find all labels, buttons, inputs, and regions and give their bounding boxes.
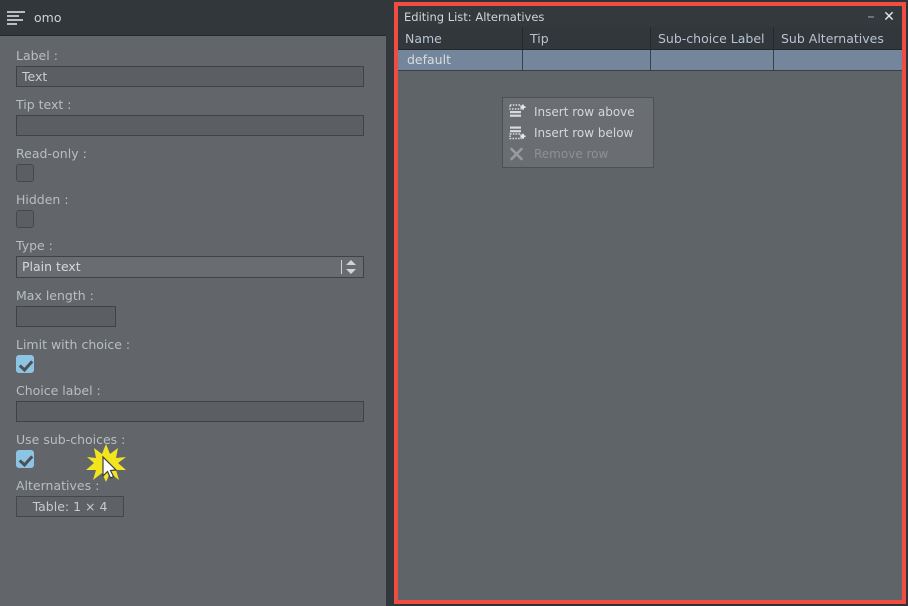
column-header-sub-choice-label[interactable]: Sub-choice Label: [651, 27, 774, 50]
row-context-menu: Insert row above Insert row below Remove…: [502, 97, 654, 168]
table-header-row: Name Tip Sub-choice Label Sub Alternativ…: [398, 27, 902, 50]
use-sub-choices-field-label: Use sub-choices :: [16, 432, 126, 447]
context-menu-item-insert-row-below[interactable]: Insert row below: [503, 122, 653, 143]
panel-title: omo: [34, 10, 62, 25]
select-updown-arrows-icon: [346, 259, 357, 275]
insert-row-below-icon: [509, 125, 526, 141]
type-field-label: Type :: [16, 238, 53, 253]
alternatives-table-button[interactable]: Table: 1 × 4: [16, 496, 124, 517]
label-input[interactable]: [16, 66, 364, 87]
cell-sub-choice-label[interactable]: [651, 50, 774, 71]
table-body: default Insert row above Insert row belo…: [398, 50, 902, 600]
cell-tip[interactable]: [523, 50, 651, 71]
context-menu-item-label: Insert row below: [534, 125, 634, 140]
context-menu-item-label: Remove row: [534, 146, 609, 161]
cell-name[interactable]: default: [398, 50, 523, 71]
limit-with-choice-checkbox[interactable]: [16, 355, 34, 373]
use-sub-choices-checkbox[interactable]: [16, 450, 34, 468]
context-menu-item-remove-row: Remove row: [503, 143, 653, 164]
limit-with-choice-field-label: Limit with choice :: [16, 337, 131, 352]
context-menu-item-insert-row-above[interactable]: Insert row above: [503, 101, 653, 122]
minimize-icon[interactable]: –: [862, 8, 880, 26]
insert-row-above-icon: [509, 103, 526, 120]
window-titlebar[interactable]: Editing List: Alternatives – ✕: [398, 6, 902, 27]
editing-list-window: Editing List: Alternatives – ✕ Name Tip …: [394, 2, 906, 604]
column-header-tip[interactable]: Tip: [523, 27, 651, 50]
window-title: Editing List: Alternatives: [404, 9, 545, 24]
remove-row-icon: [509, 146, 526, 162]
select-separator: [341, 260, 342, 274]
close-icon[interactable]: ✕: [880, 8, 898, 26]
choice-label-field-label: Choice label :: [16, 383, 101, 398]
read-only-checkbox[interactable]: [16, 164, 34, 182]
tip-text-input[interactable]: [16, 115, 364, 136]
type-select-value: Plain text: [16, 256, 364, 278]
column-header-sub-alternatives[interactable]: Sub Alternatives: [774, 27, 902, 50]
alternatives-field-label: Alternatives :: [16, 478, 100, 493]
column-header-name[interactable]: Name: [398, 27, 523, 50]
hidden-checkbox[interactable]: [16, 210, 34, 228]
table-row[interactable]: default: [398, 50, 902, 71]
label-field-label: Label :: [16, 48, 58, 63]
max-length-field-label: Max length :: [16, 288, 94, 303]
context-menu-item-label: Insert row above: [534, 104, 635, 119]
max-length-input[interactable]: [16, 306, 116, 327]
panel-header: omo: [0, 0, 386, 36]
list-lines-icon: [7, 10, 25, 25]
properties-form: Label : Tip text : Read-only : Hidden : …: [0, 36, 386, 606]
hidden-field-label: Hidden :: [16, 192, 69, 207]
read-only-field-label: Read-only :: [16, 146, 87, 161]
cell-sub-alternatives[interactable]: [774, 50, 902, 71]
tip-text-field-label: Tip text :: [16, 97, 72, 112]
properties-panel: omo Label : Tip text : Read-only : Hidde…: [0, 0, 386, 606]
choice-label-input[interactable]: [16, 401, 364, 422]
type-select[interactable]: Plain text: [16, 256, 364, 278]
